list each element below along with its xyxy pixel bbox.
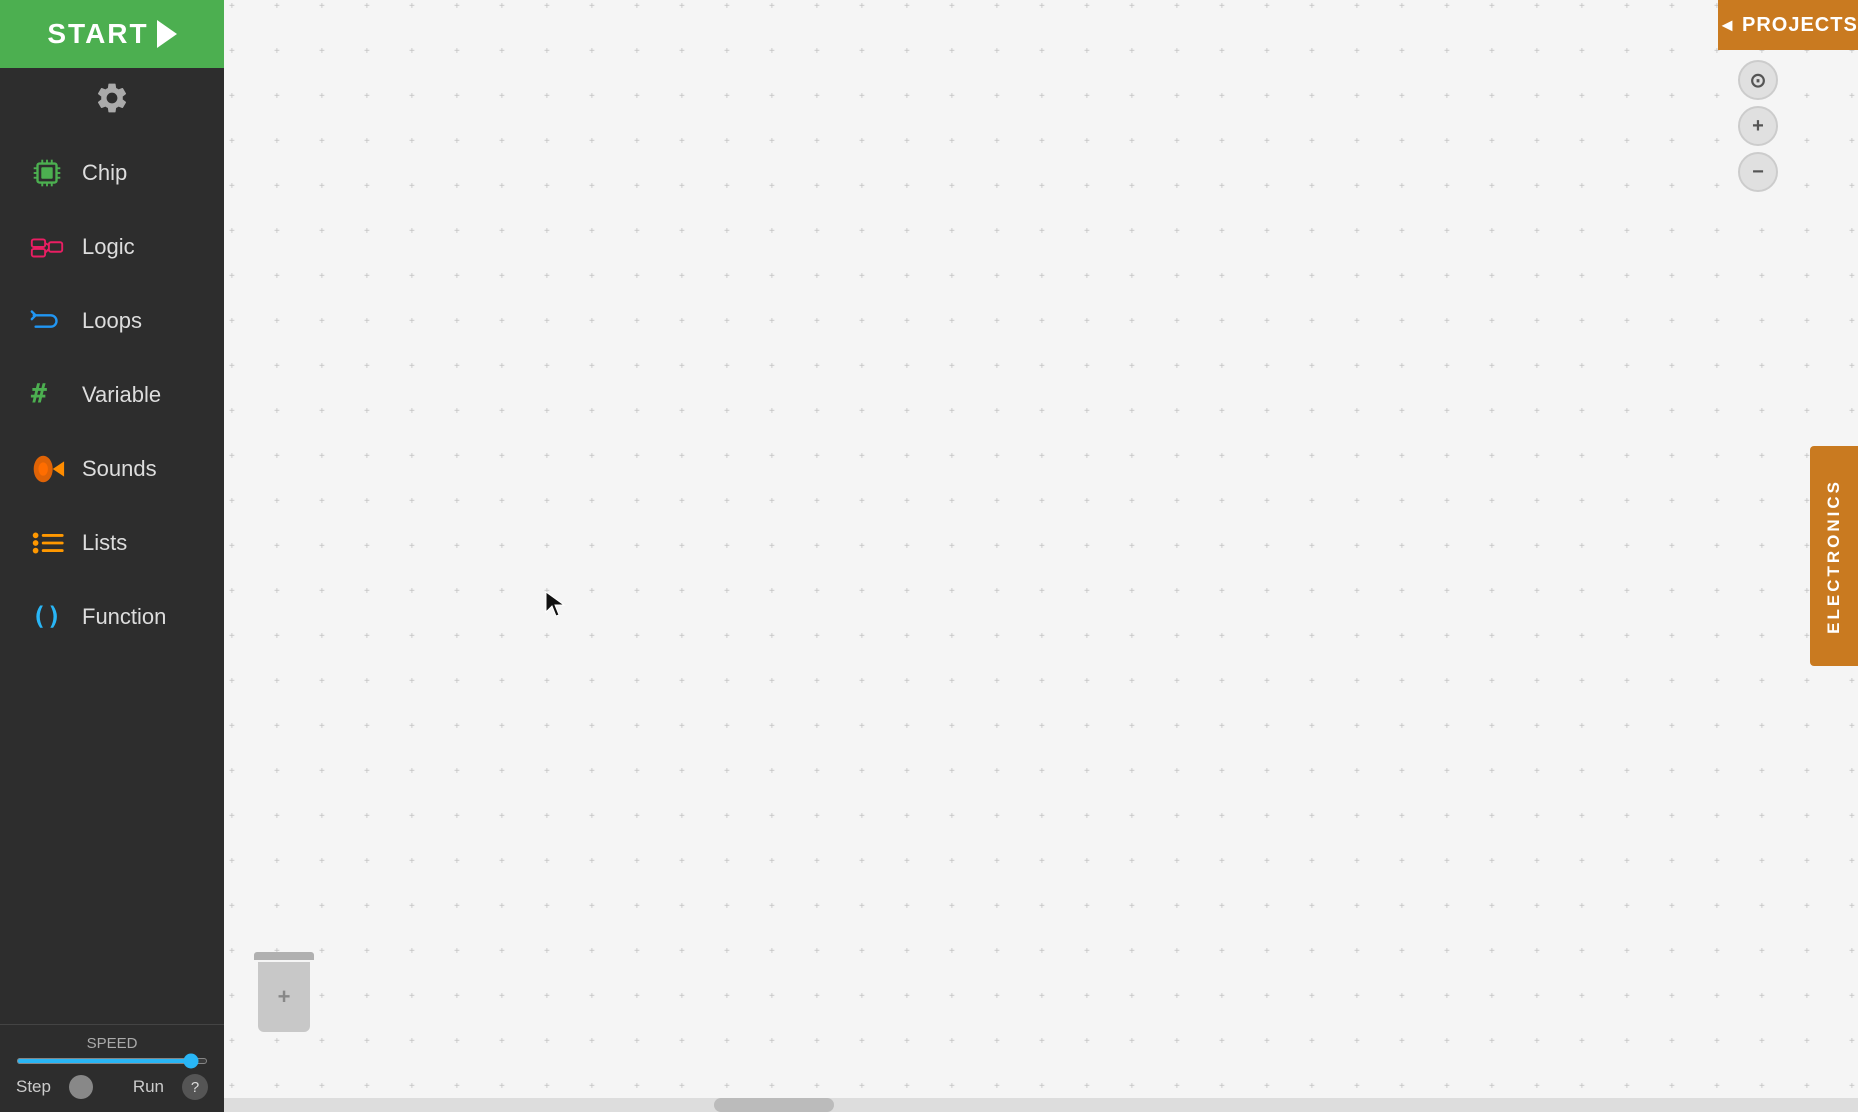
dot-grid: + [224,0,1858,1112]
sounds-icon-wrap [26,448,68,490]
zoom-out-button[interactable]: − [1738,152,1778,192]
sidebar-item-loops[interactable]: Loops [6,286,218,356]
projects-arrow-icon: ◄ [1718,15,1736,36]
canvas-area[interactable]: + ◄ PROJECTS ⊙ + − + ELECTRONICS [224,0,1858,1112]
trash-plus-icon: + [278,984,291,1010]
logic-icon [28,228,66,266]
loops-icon [28,302,66,340]
variable-icon-wrap: # [26,374,68,416]
zoom-controls: ⊙ + − [1738,60,1778,192]
lists-icon-wrap [26,522,68,564]
zoom-target-button[interactable]: ⊙ [1738,60,1778,100]
sounds-icon [28,450,66,488]
svg-text:(): () [32,602,62,631]
step-run-row: Step Run ? [16,1074,208,1100]
speed-slider[interactable] [16,1058,208,1064]
play-icon [157,20,177,48]
variable-icon: # [28,376,66,414]
electronics-label: ELECTRONICS [1824,479,1844,634]
trash-body: + [258,962,310,1032]
settings-button[interactable] [0,68,224,128]
lists-icon [28,524,66,562]
nav-items: Chip Logic Loop [0,128,224,1024]
chip-icon-wrap [26,152,68,194]
function-icon-wrap: () [26,596,68,638]
trash-lid [254,952,314,960]
zoom-in-button[interactable]: + [1738,106,1778,146]
horizontal-scrollbar[interactable] [224,1098,1858,1112]
sidebar: START [0,0,224,1112]
logic-label: Logic [82,234,135,260]
bottom-bar: SPEED Step Run ? [0,1024,224,1112]
sidebar-item-chip[interactable]: Chip [6,138,218,208]
sounds-label: Sounds [82,456,157,482]
help-button[interactable]: ? [182,1074,208,1100]
function-icon: () [28,598,66,636]
gear-icon [94,80,130,116]
trash-can[interactable]: + [254,952,314,1032]
run-label: Run [133,1077,164,1097]
electronics-tab[interactable]: ELECTRONICS [1810,446,1858,666]
step-label: Step [16,1077,51,1097]
projects-label: PROJECTS [1742,14,1858,37]
sidebar-item-variable[interactable]: # Variable [6,360,218,430]
loops-icon-wrap [26,300,68,342]
function-label: Function [82,604,166,630]
projects-panel[interactable]: ◄ PROJECTS [1718,0,1858,50]
sidebar-item-sounds[interactable]: Sounds [6,434,218,504]
variable-label: Variable [82,382,161,408]
sidebar-item-function[interactable]: () Function [6,582,218,652]
start-button[interactable]: START [0,0,224,68]
sidebar-item-logic[interactable]: Logic [6,212,218,282]
loops-label: Loops [82,308,142,334]
lists-label: Lists [82,530,127,556]
step-toggle[interactable] [69,1075,93,1099]
chip-label: Chip [82,160,127,186]
svg-text:#: # [31,379,47,410]
speed-label: SPEED [16,1035,208,1052]
speed-slider-row [16,1058,208,1064]
sidebar-item-lists[interactable]: Lists [6,508,218,578]
logic-icon-wrap [26,226,68,268]
start-label: START [47,18,148,50]
chip-icon [28,154,66,192]
